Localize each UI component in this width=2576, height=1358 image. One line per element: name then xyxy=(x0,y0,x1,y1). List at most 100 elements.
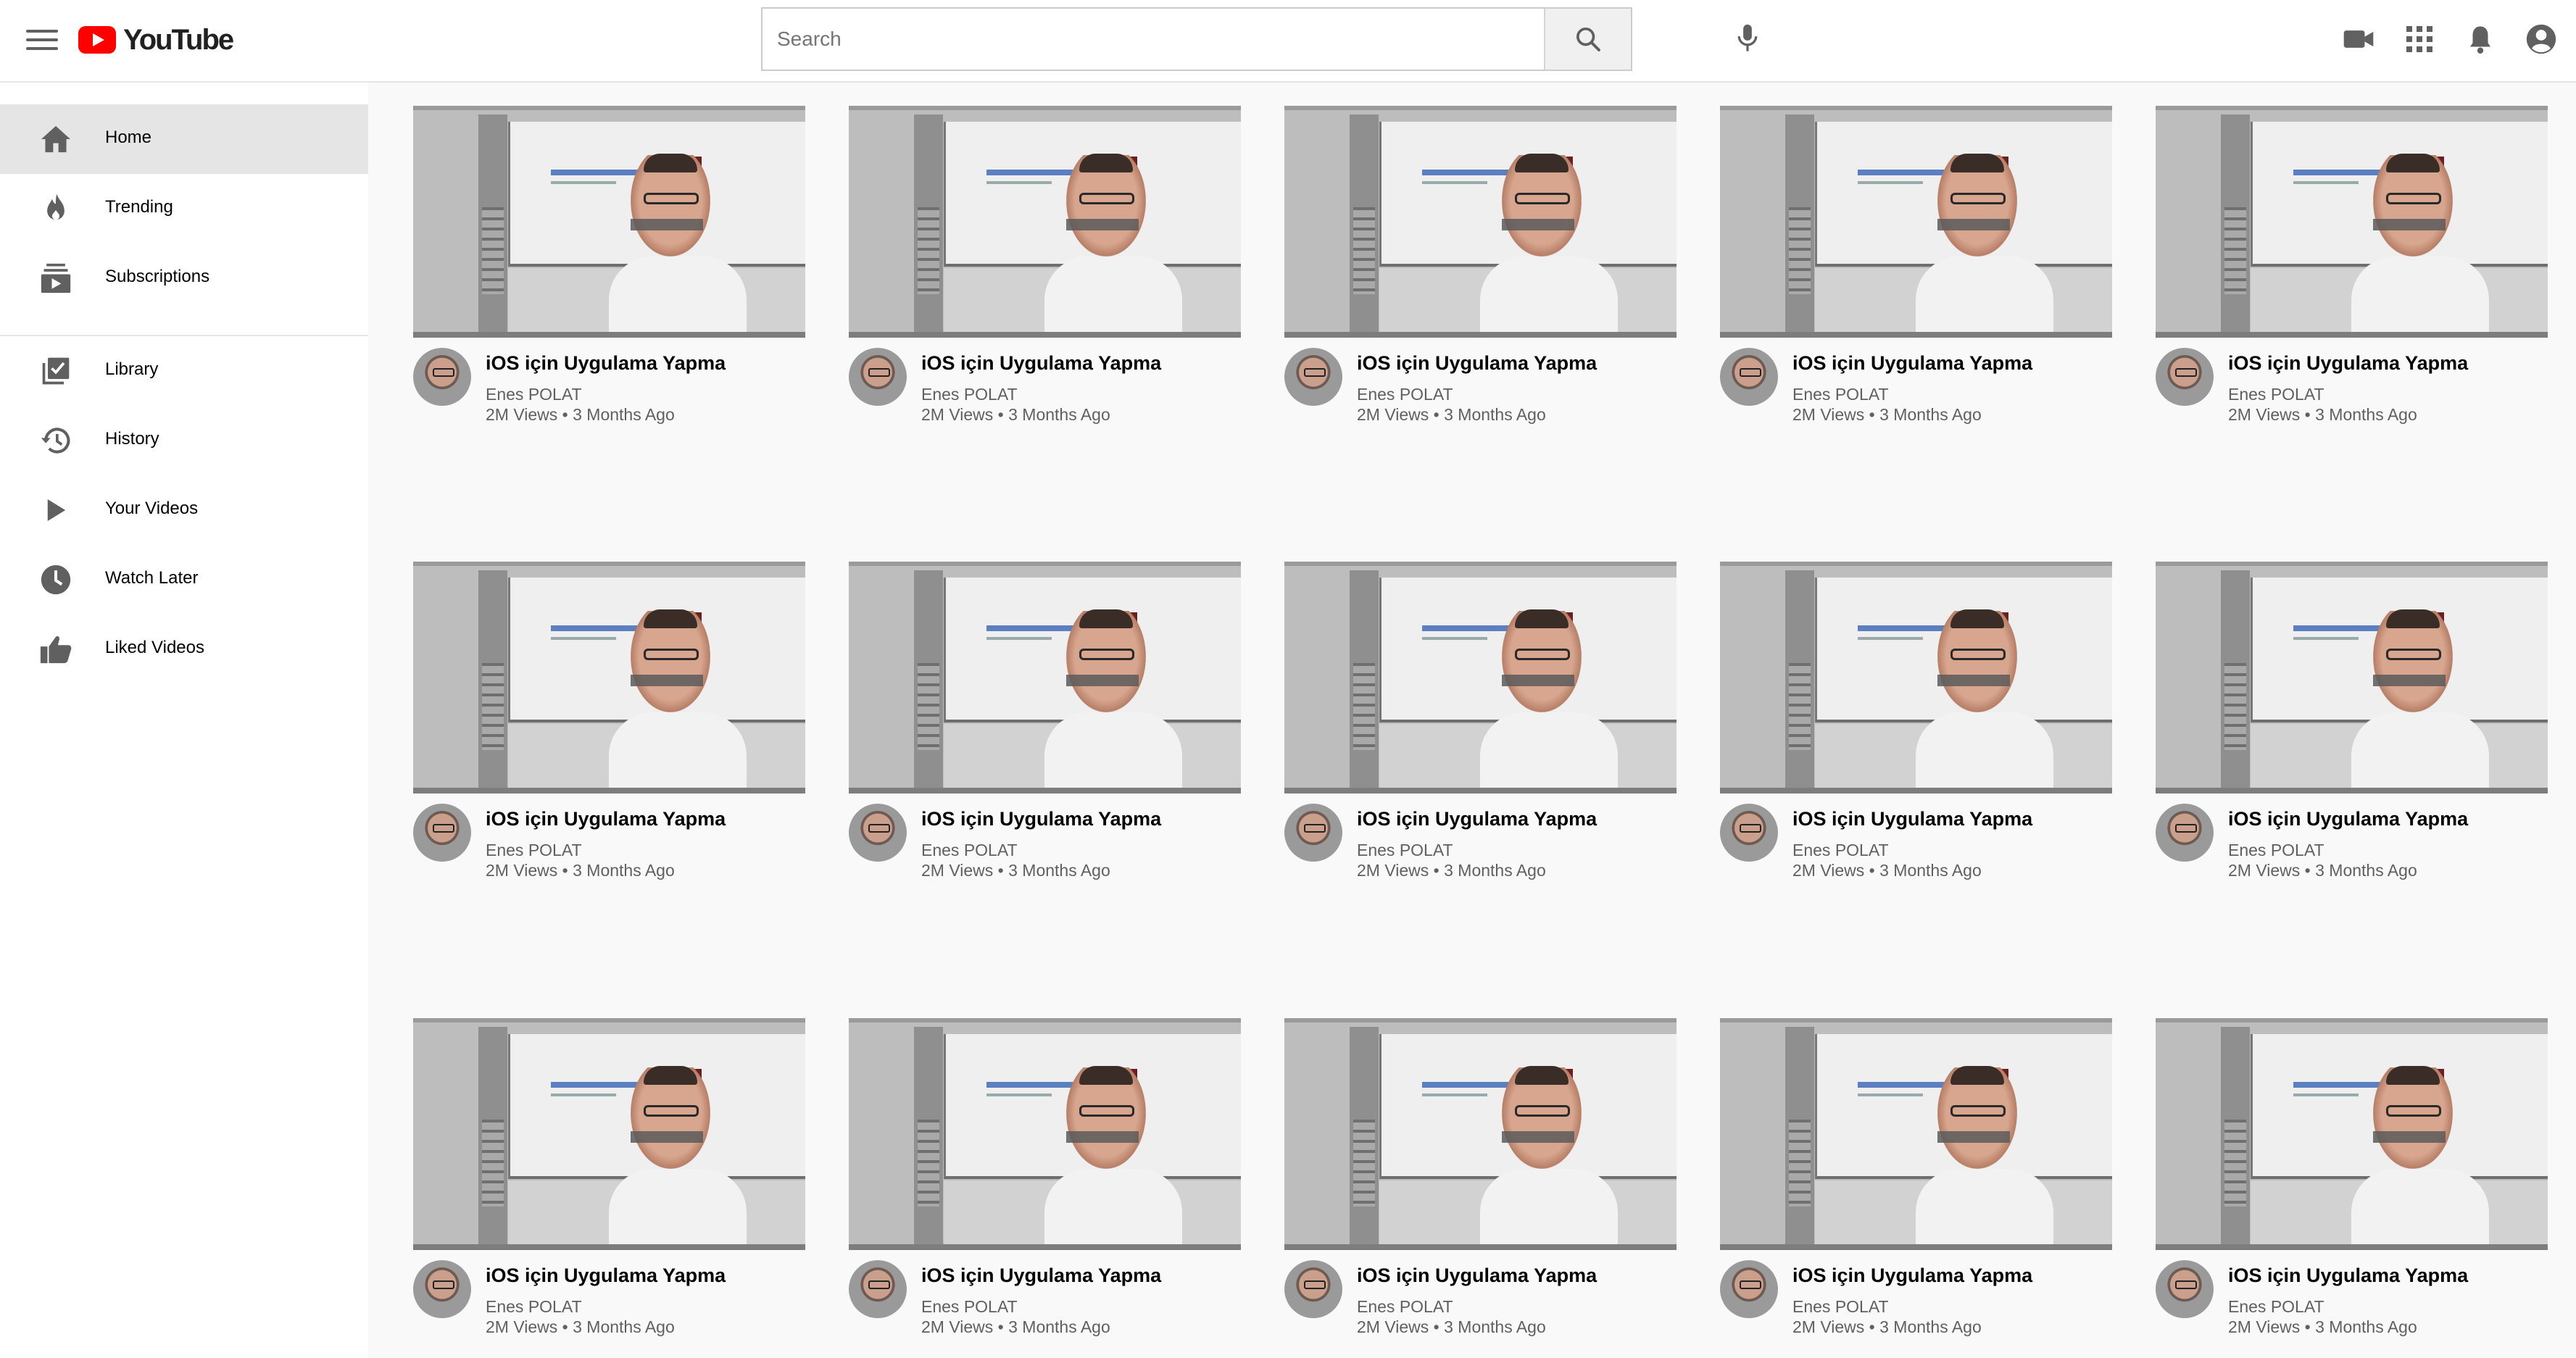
video-title[interactable]: iOS için Uygulama Yapma xyxy=(921,1265,1161,1287)
video-title[interactable]: iOS için Uygulama Yapma xyxy=(2228,352,2468,375)
sidebar-item-label: Watch Later xyxy=(105,568,199,588)
video-title[interactable]: iOS için Uygulama Yapma xyxy=(1357,808,1597,830)
video-card[interactable]: iOS için Uygulama Yapma Enes POLAT 2M View… xyxy=(1720,106,2112,439)
sidebar-item-history[interactable]: History xyxy=(0,406,368,475)
channel-avatar[interactable] xyxy=(2156,1260,2214,1318)
video-title[interactable]: iOS için Uygulama Yapma xyxy=(486,352,726,375)
video-thumbnail[interactable] xyxy=(849,1018,1241,1250)
menu-icon[interactable] xyxy=(20,22,64,58)
sidebar-item-trending[interactable]: Trending xyxy=(0,174,368,243)
notifications-button[interactable] xyxy=(2460,19,2501,59)
video-card[interactable]: iOS için Uygulama Yapma Enes POLAT 2M View… xyxy=(413,106,805,439)
video-card[interactable]: iOS için Uygulama Yapma Enes POLAT 2M View… xyxy=(1284,1018,1677,1351)
sidebar-item-library[interactable]: Library xyxy=(0,336,368,406)
video-title[interactable]: iOS için Uygulama Yapma xyxy=(1792,352,2032,375)
create-video-button[interactable] xyxy=(2338,19,2379,59)
video-camera-icon xyxy=(2343,30,2374,48)
sidebar-item-watch-later[interactable]: Watch Later xyxy=(0,545,368,615)
video-thumbnail[interactable] xyxy=(413,562,805,793)
video-thumbnail[interactable] xyxy=(2156,562,2548,793)
channel-name[interactable]: Enes POLAT xyxy=(1357,1297,1453,1317)
video-thumbnail[interactable] xyxy=(1284,106,1677,338)
channel-name[interactable]: Enes POLAT xyxy=(921,1297,1018,1317)
channel-name[interactable]: Enes POLAT xyxy=(1792,385,1889,404)
video-thumbnail[interactable] xyxy=(1720,1018,2112,1250)
channel-avatar[interactable] xyxy=(413,348,471,406)
apps-button[interactable] xyxy=(2399,19,2440,59)
video-thumbnail[interactable] xyxy=(413,106,805,338)
channel-name[interactable]: Enes POLAT xyxy=(921,841,1018,860)
channel-name[interactable]: Enes POLAT xyxy=(1792,1297,1889,1317)
search-input[interactable] xyxy=(763,9,1544,70)
channel-avatar[interactable] xyxy=(849,1260,907,1318)
channel-name[interactable]: Enes POLAT xyxy=(2228,385,2324,404)
video-thumbnail[interactable] xyxy=(1284,562,1677,793)
channel-avatar[interactable] xyxy=(1284,348,1342,406)
channel-avatar[interactable] xyxy=(1284,804,1342,862)
video-card[interactable]: iOS için Uygulama Yapma Enes POLAT 2M View… xyxy=(1720,1018,2112,1351)
video-card[interactable]: iOS için Uygulama Yapma Enes POLAT 2M View… xyxy=(1720,562,2112,895)
search-icon xyxy=(1576,28,1600,51)
video-card[interactable]: iOS için Uygulama Yapma Enes POLAT 2M View… xyxy=(1284,562,1677,895)
channel-name[interactable]: Enes POLAT xyxy=(486,385,582,404)
sidebar-item-liked-videos[interactable]: Liked Videos xyxy=(0,615,368,684)
video-card[interactable]: iOS için Uygulama Yapma Enes POLAT 2M View… xyxy=(849,1018,1241,1351)
video-title[interactable]: iOS için Uygulama Yapma xyxy=(2228,1265,2468,1287)
channel-avatar[interactable] xyxy=(2156,348,2214,406)
sidebar-item-home[interactable]: Home xyxy=(0,104,368,174)
sidebar: Home Trending Subscriptions Library Hist… xyxy=(0,83,368,1358)
video-title[interactable]: iOS için Uygulama Yapma xyxy=(1357,352,1597,375)
channel-name[interactable]: Enes POLAT xyxy=(1357,385,1453,404)
channel-avatar[interactable] xyxy=(1720,348,1778,406)
video-thumbnail[interactable] xyxy=(849,106,1241,338)
video-title[interactable]: iOS için Uygulama Yapma xyxy=(1357,1265,1597,1287)
video-thumbnail[interactable] xyxy=(849,562,1241,793)
video-thumbnail[interactable] xyxy=(413,1018,805,1250)
channel-avatar[interactable] xyxy=(1284,1260,1342,1318)
channel-name[interactable]: Enes POLAT xyxy=(486,1297,582,1317)
video-card[interactable]: iOS için Uygulama Yapma Enes POLAT 2M View… xyxy=(2156,106,2548,439)
library-icon xyxy=(42,357,70,385)
video-thumbnail[interactable] xyxy=(1284,1018,1677,1250)
video-thumbnail[interactable] xyxy=(2156,106,2548,338)
channel-avatar[interactable] xyxy=(849,804,907,862)
channel-name[interactable]: Enes POLAT xyxy=(1357,841,1453,860)
video-card[interactable]: iOS için Uygulama Yapma Enes POLAT 2M View… xyxy=(1284,106,1677,439)
channel-name[interactable]: Enes POLAT xyxy=(2228,1297,2324,1317)
sidebar-item-subscriptions[interactable]: Subscriptions xyxy=(0,243,368,313)
video-card[interactable]: iOS için Uygulama Yapma Enes POLAT 2M View… xyxy=(849,562,1241,895)
channel-name[interactable]: Enes POLAT xyxy=(2228,841,2324,860)
video-title[interactable]: iOS için Uygulama Yapma xyxy=(921,352,1161,375)
youtube-logo[interactable]: YouTube xyxy=(78,23,234,57)
channel-avatar[interactable] xyxy=(2156,804,2214,862)
channel-avatar[interactable] xyxy=(413,1260,471,1318)
video-meta: 2M Views • 3 Months Ago xyxy=(1792,861,1982,880)
video-title[interactable]: iOS için Uygulama Yapma xyxy=(486,1265,726,1287)
video-card[interactable]: iOS için Uygulama Yapma Enes POLAT 2M View… xyxy=(849,106,1241,439)
video-title[interactable]: iOS için Uygulama Yapma xyxy=(486,808,726,830)
video-thumbnail[interactable] xyxy=(1720,106,2112,338)
history-icon xyxy=(41,428,70,454)
video-title[interactable]: iOS için Uygulama Yapma xyxy=(921,808,1161,830)
video-card[interactable]: iOS için Uygulama Yapma Enes POLAT 2M View… xyxy=(413,562,805,895)
search-button[interactable] xyxy=(1544,9,1631,70)
channel-name[interactable]: Enes POLAT xyxy=(486,841,582,860)
channel-avatar[interactable] xyxy=(413,804,471,862)
voice-search-button[interactable] xyxy=(1729,20,1766,57)
video-thumbnail[interactable] xyxy=(1720,562,2112,793)
video-meta: 2M Views • 3 Months Ago xyxy=(1792,1317,1982,1336)
video-card[interactable]: iOS için Uygulama Yapma Enes POLAT 2M View… xyxy=(2156,1018,2548,1351)
account-button[interactable] xyxy=(2521,19,2562,59)
channel-name[interactable]: Enes POLAT xyxy=(921,385,1018,404)
sidebar-item-your-videos[interactable]: Your Videos xyxy=(0,475,368,545)
video-card[interactable]: iOS için Uygulama Yapma Enes POLAT 2M View… xyxy=(413,1018,805,1351)
video-thumbnail[interactable] xyxy=(2156,1018,2548,1250)
channel-avatar[interactable] xyxy=(1720,804,1778,862)
channel-name[interactable]: Enes POLAT xyxy=(1792,841,1889,860)
video-title[interactable]: iOS için Uygulama Yapma xyxy=(1792,808,2032,830)
video-title[interactable]: iOS için Uygulama Yapma xyxy=(2228,808,2468,830)
channel-avatar[interactable] xyxy=(849,348,907,406)
video-card[interactable]: iOS için Uygulama Yapma Enes POLAT 2M View… xyxy=(2156,562,2548,895)
video-title[interactable]: iOS için Uygulama Yapma xyxy=(1792,1265,2032,1287)
channel-avatar[interactable] xyxy=(1720,1260,1778,1318)
